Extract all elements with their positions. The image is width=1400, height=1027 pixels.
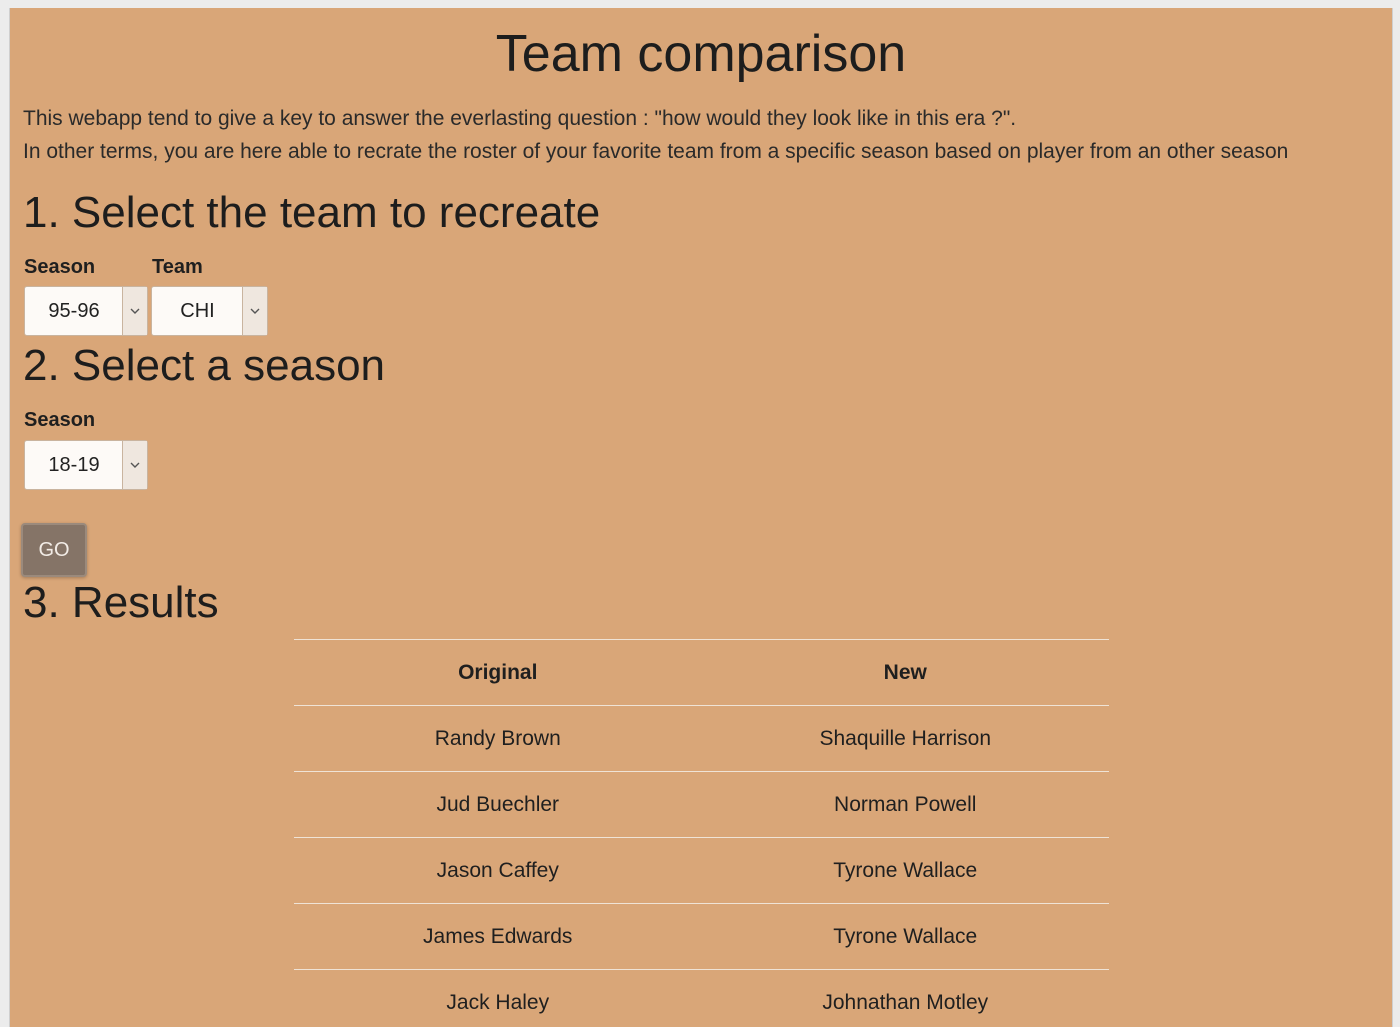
table-row: Jack Haley Johnathan Motley: [294, 969, 1109, 1027]
new-player: Johnathan Motley: [701, 969, 1109, 1027]
target-season-label: Season: [24, 409, 96, 431]
team-label: Team: [152, 256, 203, 278]
section-1-heading: 1. Select the team to recreate: [23, 188, 601, 237]
results-header-row: Original New: [294, 639, 1109, 706]
team-value: CHI: [180, 300, 215, 322]
chevron-down-icon[interactable]: [122, 287, 147, 335]
column-header-new: New: [701, 639, 1109, 706]
original-player: Jack Haley: [294, 969, 702, 1027]
new-player: Tyrone Wallace: [701, 837, 1109, 904]
table-row: James Edwards Tyrone Wallace: [294, 903, 1109, 970]
original-player: James Edwards: [294, 903, 702, 970]
section-3-heading: 3. Results: [23, 578, 219, 627]
original-player: Jud Buechler: [294, 771, 702, 838]
new-player: Shaquille Harrison: [701, 705, 1109, 772]
page-title: Team comparison: [495, 25, 907, 83]
intro-text: This webapp tend to give a key to answer…: [23, 102, 1288, 168]
go-button[interactable]: GO: [21, 523, 87, 577]
table-row: Jud Buechler Norman Powell: [294, 771, 1109, 838]
original-season-select[interactable]: 95-96: [24, 286, 148, 336]
table-row: Jason Caffey Tyrone Wallace: [294, 837, 1109, 904]
page: Team comparison This webapp tend to give…: [9, 8, 1393, 1027]
team-select[interactable]: CHI: [151, 286, 268, 336]
intro-line-2: In other terms, you are here able to rec…: [23, 140, 1289, 163]
intro-line-1: This webapp tend to give a key to answer…: [23, 107, 1017, 130]
season-label: Season: [24, 256, 96, 278]
new-player: Tyrone Wallace: [701, 903, 1109, 970]
results-table: Original New Randy Brown Shaquille Harri…: [294, 639, 1109, 1027]
chevron-down-icon[interactable]: [242, 287, 267, 335]
original-player: Jason Caffey: [294, 837, 702, 904]
table-row: Randy Brown Shaquille Harrison: [294, 705, 1109, 772]
target-season-value: 18-19: [48, 454, 100, 476]
original-player: Randy Brown: [294, 705, 702, 772]
new-player: Norman Powell: [701, 771, 1109, 838]
original-season-value: 95-96: [48, 300, 100, 322]
target-season-select[interactable]: 18-19: [24, 440, 148, 490]
column-header-original: Original: [294, 639, 702, 706]
section-2-heading: 2. Select a season: [23, 341, 386, 390]
chevron-down-icon[interactable]: [122, 441, 147, 489]
